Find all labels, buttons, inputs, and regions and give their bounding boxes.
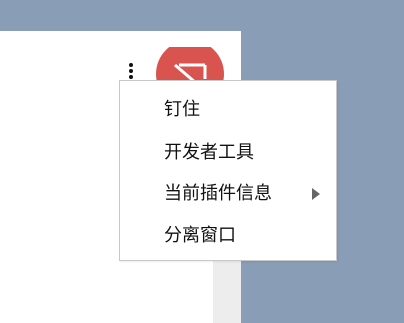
kebab-dot: [129, 75, 133, 79]
menu-item-detach-window[interactable]: 分离窗口: [120, 217, 336, 255]
more-options-icon[interactable]: [124, 61, 138, 81]
kebab-dot: [129, 69, 133, 73]
menu-item-pin[interactable]: 钉住: [120, 91, 336, 129]
menu-item-label: 钉住: [164, 99, 200, 120]
menu-item-label: 开发者工具: [164, 142, 254, 163]
menu-item-current-plugin-info[interactable]: 当前插件信息: [120, 175, 336, 213]
kebab-dot: [129, 63, 133, 67]
menu-item-label: 当前插件信息: [164, 183, 272, 204]
chevron-right-icon: [312, 188, 320, 200]
menu-item-developer-tools[interactable]: 开发者工具: [120, 134, 336, 172]
menu-item-label: 分离窗口: [164, 225, 236, 246]
context-menu: 钉住 开发者工具 当前插件信息 分离窗口: [119, 80, 337, 261]
